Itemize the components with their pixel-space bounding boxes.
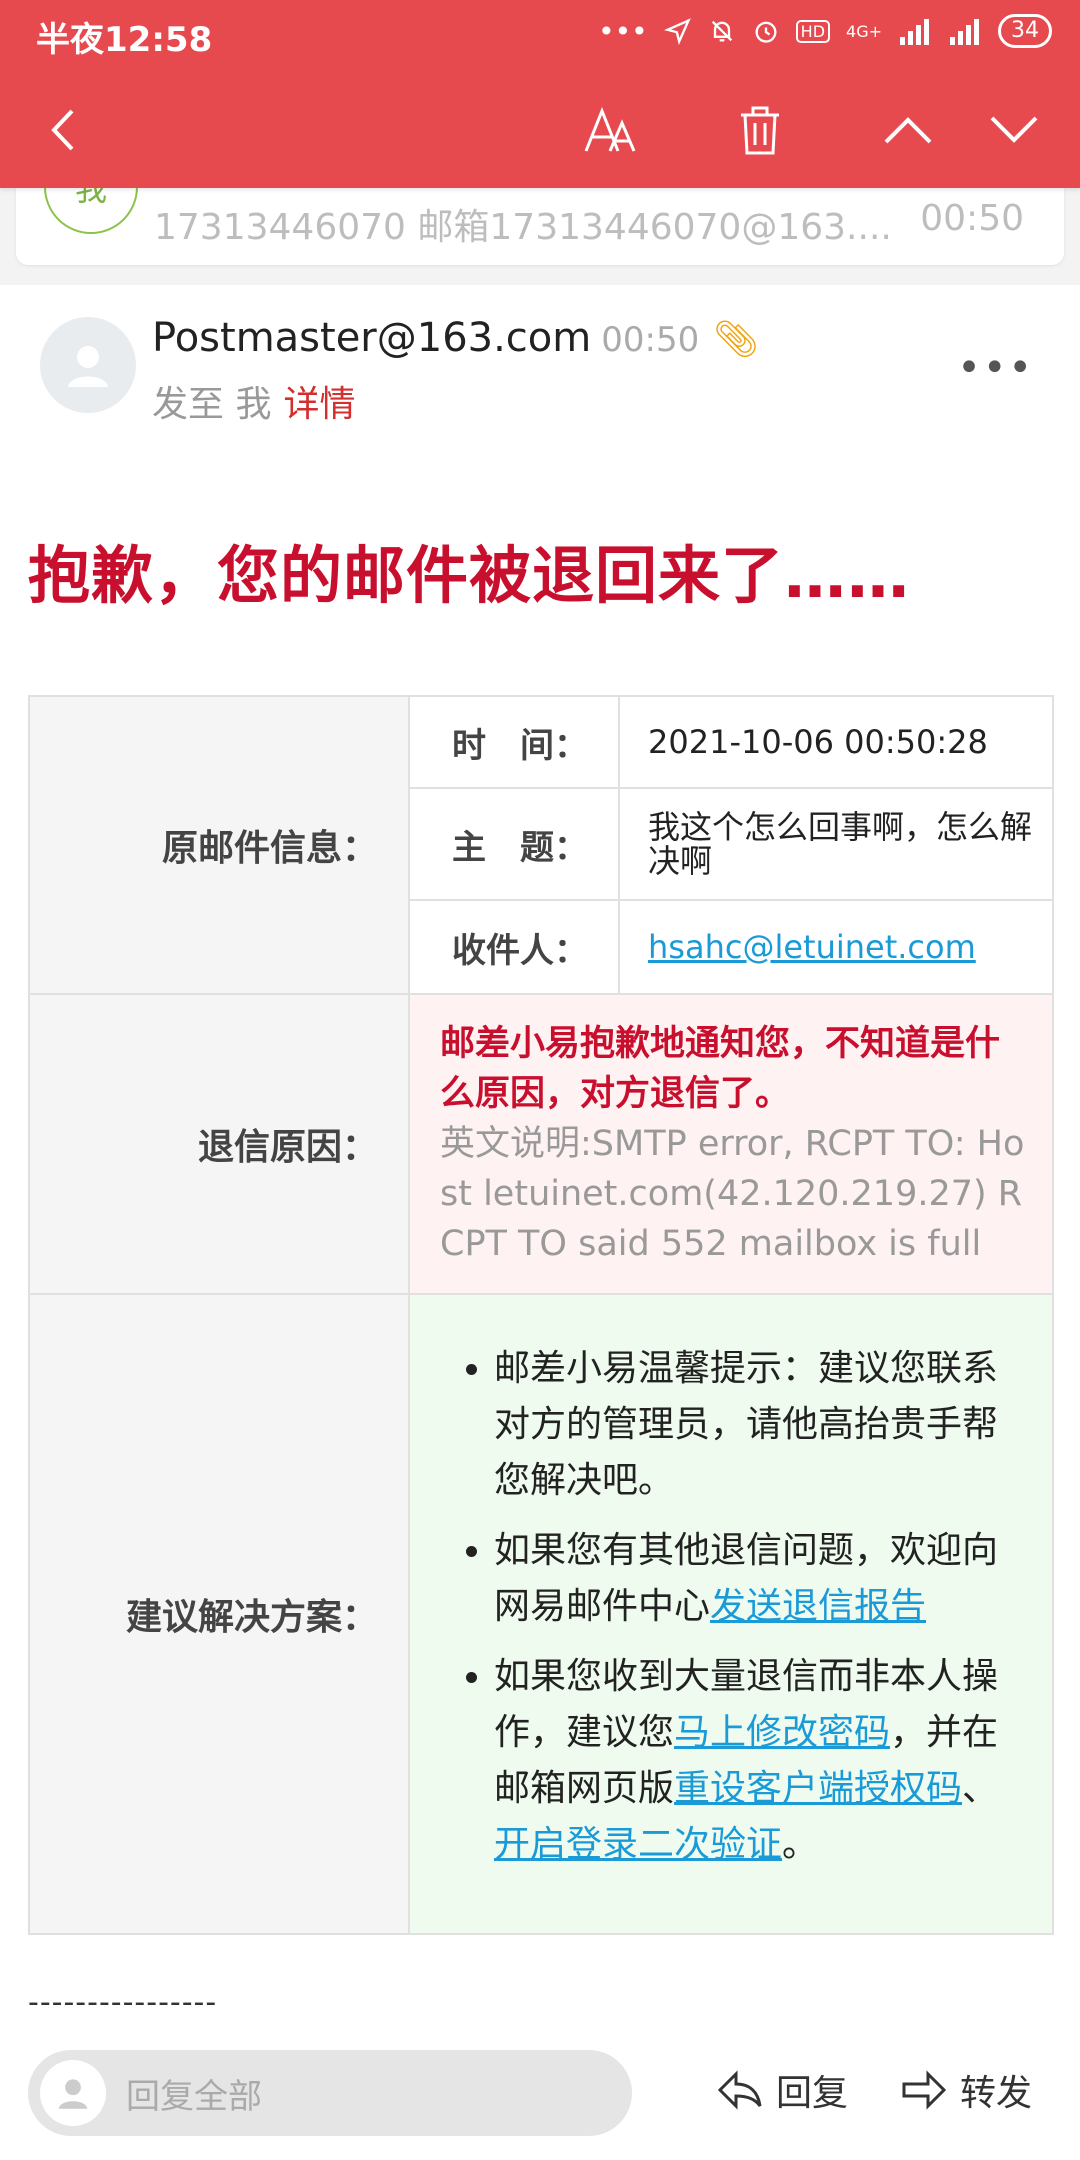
mute-bell-icon xyxy=(711,20,732,42)
forward-label: 转发 xyxy=(960,2073,1033,2114)
delete-button[interactable] xyxy=(720,90,800,170)
more-icon: ••• xyxy=(957,345,1034,391)
status-bar: 半夜12:58 ••• HD 4G+ 34 xyxy=(0,0,1080,70)
previous-mail-snippet: 17313446070 邮箱17313446070@163.... xyxy=(154,207,892,248)
font-size-button[interactable] xyxy=(572,90,652,170)
previous-mail-time: 00:50 xyxy=(920,198,1024,239)
bottom-action-bar: 回复全部 回复 转发 xyxy=(0,2040,1080,2160)
back-button[interactable] xyxy=(24,90,104,170)
time-value: 2021-10-06 00:50:28 xyxy=(618,695,1054,789)
hd-icon: HD xyxy=(795,19,831,43)
avatar xyxy=(40,2060,106,2126)
list-item: 如果您有其他退信问题，欢迎向网易邮件中心发送退信报告 xyxy=(494,1523,1032,1635)
bounce-reason-label: 退信原因： xyxy=(28,993,410,1295)
table-row: 建议解决方案： 邮差小易温馨提示：建议您联系对方的管理员，请他高抬贵手帮您解决吧… xyxy=(28,1293,1054,1935)
original-info-label: 原邮件信息： xyxy=(28,695,410,995)
suggestion-label: 建议解决方案： xyxy=(28,1293,410,1935)
subject-label: 主 题： xyxy=(408,787,620,901)
next-mail-button[interactable] xyxy=(974,90,1054,170)
mail-time: 00:50 xyxy=(601,320,700,360)
network-label: 4G+ xyxy=(846,21,882,41)
chevron-up-icon xyxy=(884,117,932,144)
subject-value: 我这个怎么回事啊，怎么解决啊 xyxy=(618,787,1054,901)
signal-icon xyxy=(900,19,929,45)
signal-icon-2 xyxy=(950,19,979,45)
bounce-headline: 抱歉，您的邮件被退回来了…… xyxy=(28,539,911,612)
alarm-icon xyxy=(755,21,777,43)
list-item: 邮差小易温馨提示：建议您联系对方的管理员，请他高抬贵手帮您解决吧。 xyxy=(494,1341,1032,1509)
suggestion-list: 邮差小易温馨提示：建议您联系对方的管理员，请他高抬贵手帮您解决吧。 如果您有其他… xyxy=(410,1341,1032,1873)
sender-line: Postmaster@163.com 00:50 📎︎ xyxy=(152,315,759,361)
table-row: 原邮件信息： 时 间： 2021-10-06 00:50:28 xyxy=(28,695,1054,995)
bounce-reason-main: 邮差小易抱歉地通知您，不知道是什么原因，对方退信了。 xyxy=(440,1024,1001,1114)
change-password-link[interactable]: 马上修改密码 xyxy=(674,1712,890,1753)
person-icon xyxy=(58,2079,88,2109)
bounce-info-table: 原邮件信息： 时 间： 2021-10-06 00:50:28 主 题： 我这个… xyxy=(28,695,1054,1935)
recipient-text: 发至 我 xyxy=(152,384,272,425)
tip3-separator: 、 xyxy=(962,1768,999,1809)
recipient-line: 发至 我详情 xyxy=(152,375,355,427)
signature-divider: ---------------- xyxy=(28,1985,218,2020)
forward-icon xyxy=(902,2070,947,2110)
reply-icon xyxy=(717,2070,762,2110)
attachment-icon: 📎︎ xyxy=(713,319,759,360)
trash-icon xyxy=(741,106,779,155)
battery-indicator: 34 xyxy=(998,14,1052,48)
details-link[interactable]: 详情 xyxy=(283,384,355,425)
reset-auth-code-link[interactable]: 重设客户端授权码 xyxy=(674,1768,962,1809)
send-bounce-report-link[interactable]: 发送退信报告 xyxy=(710,1586,926,1627)
person-icon xyxy=(68,346,108,387)
suggestion-cell: 邮差小易温馨提示：建议您联系对方的管理员，请他高抬贵手帮您解决吧。 如果您有其他… xyxy=(408,1293,1054,1935)
reply-all-button[interactable]: 回复全部 xyxy=(28,2050,632,2136)
tip3-end: 。 xyxy=(782,1824,819,1865)
recipient-email-link[interactable]: hsahc@letuinet.com xyxy=(648,928,976,966)
bounce-reason-english: 英文说明:SMTP error, RCPT TO: Host letuinet.… xyxy=(440,1124,1025,1264)
chevron-left-icon xyxy=(51,109,74,151)
mail-content: Postmaster@163.com 00:50 📎︎ 发至 我详情 ••• 抱歉，… xyxy=(0,285,1080,2160)
table-row: 退信原因： 邮差小易抱歉地通知您，不知道是什么原因，对方退信了。 英文说明:SM… xyxy=(28,993,1054,1295)
more-options-button[interactable]: ••• xyxy=(957,345,1034,391)
reply-label: 回复 xyxy=(776,2073,849,2114)
recipient-value-cell: hsahc@letuinet.com xyxy=(618,899,1054,995)
sender-address[interactable]: Postmaster@163.com xyxy=(152,315,591,361)
sender-avatar[interactable] xyxy=(40,317,136,413)
more-dots-icon: ••• xyxy=(598,14,648,48)
status-time: 半夜12:58 xyxy=(36,20,213,60)
chevron-down-icon xyxy=(990,116,1038,143)
previous-mail-button[interactable] xyxy=(868,90,948,170)
font-size-icon xyxy=(584,106,636,152)
list-item: 如果您收到大量退信而非本人操作，建议您马上修改密码，并在邮箱网页版重设客户端授权… xyxy=(494,1649,1032,1873)
bounce-reason-cell: 邮差小易抱歉地通知您，不知道是什么原因，对方退信了。 英文说明:SMTP err… xyxy=(408,993,1054,1295)
top-toolbar xyxy=(0,70,1080,188)
reply-button[interactable]: 回复 xyxy=(716,2064,848,2116)
forward-button[interactable]: 转发 xyxy=(900,2064,1032,2116)
location-icon xyxy=(663,18,691,45)
status-icons: ••• HD 4G+ 34 xyxy=(598,14,1052,48)
reply-all-label: 回复全部 xyxy=(126,2076,262,2117)
recipient-label: 收件人： xyxy=(408,899,620,995)
enable-2fa-link[interactable]: 开启登录二次验证 xyxy=(494,1824,782,1865)
time-label: 时 间： xyxy=(408,695,620,789)
